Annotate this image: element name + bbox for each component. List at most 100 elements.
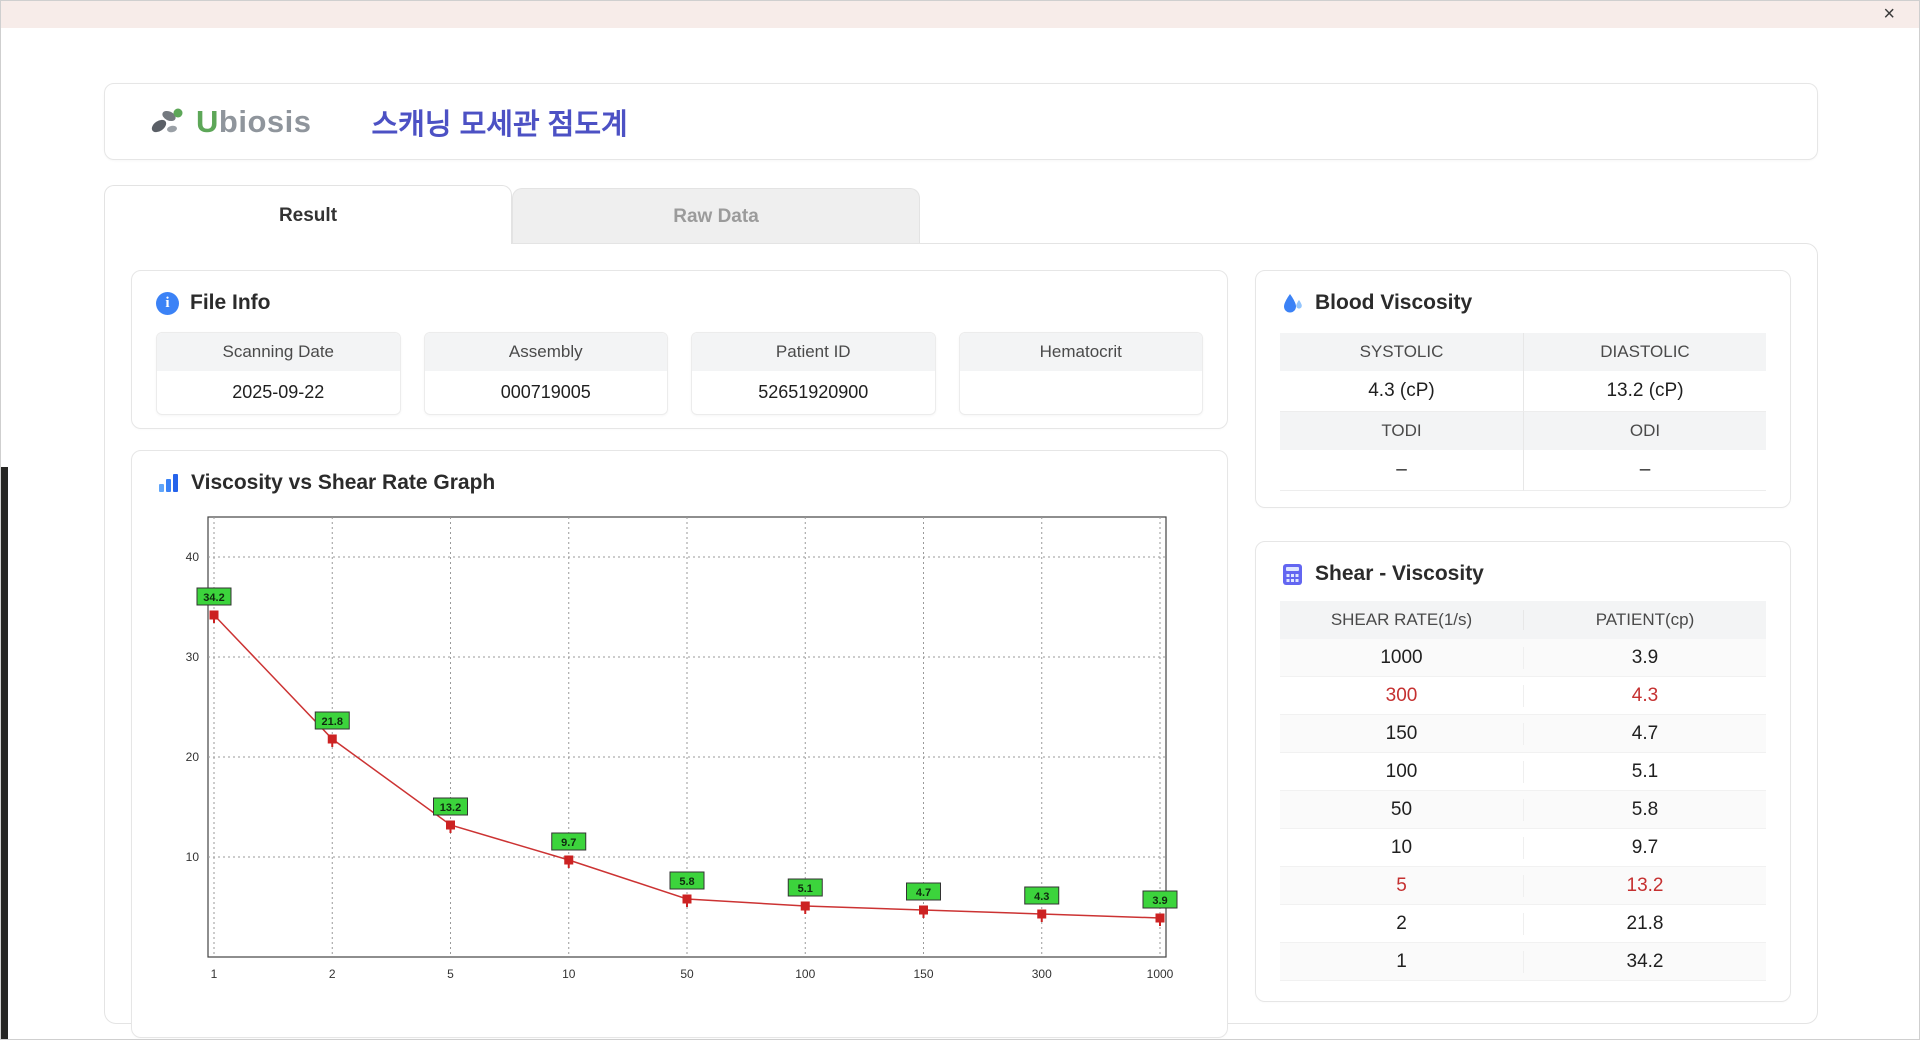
logo-letters-rest: biosis bbox=[218, 103, 312, 139]
bv-header-odi: ODI bbox=[1523, 412, 1766, 450]
shear-rate-cell: 150 bbox=[1385, 722, 1418, 744]
shear-rate-cell: 5 bbox=[1396, 874, 1407, 896]
svg-text:9.7: 9.7 bbox=[561, 837, 576, 849]
patient-cell: 13.2 bbox=[1523, 874, 1766, 897]
info-icon: i bbox=[156, 291, 179, 315]
svg-text:5: 5 bbox=[447, 967, 454, 981]
graph-title: Viscosity vs Shear Rate Graph bbox=[191, 471, 496, 494]
shear-rate-cell: 100 bbox=[1385, 760, 1418, 782]
shear-viscosity-rows: 1000 3.9 300 4.3 150 4.7 100 5.1 50 5.8 10 9.7… bbox=[1280, 639, 1766, 981]
viscosity-chart: 10 20 30 40 1 2 5 10 50 100 150 300 1000 34.2 21.8 13.2… bbox=[186, 516, 1178, 981]
app-header: Ubiosis 스캐닝 모세관 점도계 bbox=[104, 83, 1818, 160]
patient-cell: 9.7 bbox=[1523, 836, 1766, 859]
field-scanning-date: Scanning Date 2025-09-22 bbox=[156, 332, 401, 415]
svg-text:10: 10 bbox=[186, 850, 200, 864]
shear-viscosity-card: Shear - Viscosity SHEAR RATE(1/s) PATIEN… bbox=[1255, 541, 1791, 1002]
main-content: Ubiosis 스캐닝 모세관 점도계 Result Raw Data i Fi… bbox=[104, 83, 1818, 1038]
table-row: 300 4.3 bbox=[1280, 677, 1766, 715]
droplet-icon bbox=[1280, 291, 1304, 315]
logo-text: Ubiosis bbox=[196, 104, 311, 140]
app-window: × Ubiosis 스캐닝 모세관 점도계 Result Raw Data i … bbox=[0, 0, 1920, 1040]
field-hematocrit: Hematocrit bbox=[958, 332, 1203, 415]
tab-raw-data[interactable]: Raw Data bbox=[512, 188, 920, 243]
shear-rate-cell: 2 bbox=[1396, 912, 1407, 934]
bar-chart-icon bbox=[156, 471, 180, 495]
svg-text:1000: 1000 bbox=[1147, 967, 1174, 981]
bv-header-todi: TODI bbox=[1280, 412, 1523, 450]
bv-value-systolic: 4.3 (cP) bbox=[1280, 371, 1523, 412]
bv-value-odi: – bbox=[1523, 450, 1766, 491]
bv-value-diastolic: 13.2 (cP) bbox=[1523, 371, 1766, 412]
shear-rate-cell: 50 bbox=[1390, 798, 1413, 820]
tab-result[interactable]: Result bbox=[104, 185, 512, 244]
shear-viscosity-title: Shear - Viscosity bbox=[1315, 562, 1484, 585]
bv-header-systolic: SYSTOLIC bbox=[1280, 333, 1523, 371]
svg-text:3.9: 3.9 bbox=[1152, 895, 1167, 907]
patient-cell: 4.7 bbox=[1523, 722, 1766, 745]
svg-text:50: 50 bbox=[680, 967, 694, 981]
svg-text:40: 40 bbox=[186, 550, 200, 564]
table-row: 100 5.1 bbox=[1280, 753, 1766, 791]
table-row: 5 13.2 bbox=[1280, 867, 1766, 905]
field-label: Hematocrit bbox=[959, 333, 1202, 371]
patient-cell: 21.8 bbox=[1523, 912, 1766, 935]
svg-text:150: 150 bbox=[913, 967, 933, 981]
shear-viscosity-title-row: Shear - Viscosity bbox=[1280, 562, 1766, 586]
field-label: Patient ID bbox=[692, 333, 935, 371]
calculator-icon bbox=[1280, 562, 1304, 586]
field-value bbox=[960, 371, 1203, 413]
file-info-fields: Scanning Date 2025-09-22 Assembly 000719… bbox=[156, 332, 1203, 415]
background-window-edge bbox=[1, 467, 8, 1039]
svg-text:5.8: 5.8 bbox=[679, 876, 694, 888]
field-value: 000719005 bbox=[500, 382, 591, 402]
patient-cell: 5.1 bbox=[1523, 760, 1766, 783]
file-info-title-row: i File Info bbox=[156, 291, 1203, 315]
svg-text:10: 10 bbox=[562, 967, 576, 981]
close-button[interactable]: × bbox=[1883, 3, 1895, 25]
svg-text:30: 30 bbox=[186, 650, 200, 664]
leaf-logo-icon bbox=[147, 104, 187, 140]
blood-viscosity-table: SYSTOLIC DIASTOLIC 4.3 (cP) 13.2 (cP) TO… bbox=[1280, 333, 1766, 491]
blood-viscosity-title: Blood Viscosity bbox=[1315, 291, 1473, 314]
page-title: 스캐닝 모세관 점도계 bbox=[371, 108, 628, 141]
viscosity-graph-card: Viscosity vs Shear Rate Graph 10 20 30 40 1 2… bbox=[131, 450, 1228, 1038]
file-info-title: File Info bbox=[190, 291, 271, 314]
file-info-card: i File Info Scanning Date 2025-09-22 Ass… bbox=[131, 270, 1228, 429]
graph-title-row: Viscosity vs Shear Rate Graph bbox=[156, 471, 1203, 495]
svg-text:1: 1 bbox=[211, 967, 218, 981]
shear-viscosity-table-header: SHEAR RATE(1/s) PATIENT(cp) bbox=[1280, 601, 1766, 639]
table-row: 150 4.7 bbox=[1280, 715, 1766, 753]
shear-rate-cell: 1 bbox=[1396, 950, 1407, 972]
shear-rate-cell: 300 bbox=[1385, 684, 1418, 706]
titlebar: × bbox=[1, 1, 1919, 28]
shear-viscosity-table: SHEAR RATE(1/s) PATIENT(cp) 1000 3.9 300 4… bbox=[1280, 601, 1766, 981]
patient-cell: 34.2 bbox=[1523, 950, 1766, 973]
field-value: 52651920900 bbox=[758, 382, 869, 402]
left-column: i File Info Scanning Date 2025-09-22 Ass… bbox=[131, 270, 1228, 1038]
patient-cell: 4.3 bbox=[1523, 684, 1766, 707]
field-value: 2025-09-22 bbox=[232, 382, 325, 402]
blood-viscosity-title-row: Blood Viscosity bbox=[1280, 291, 1766, 315]
field-patient-id: Patient ID 52651920900 bbox=[691, 332, 936, 415]
svg-text:300: 300 bbox=[1032, 967, 1052, 981]
column-patient: PATIENT(cp) bbox=[1523, 610, 1766, 630]
table-row: 1 34.2 bbox=[1280, 943, 1766, 981]
svg-text:100: 100 bbox=[795, 967, 815, 981]
ubiosis-logo: Ubiosis bbox=[147, 104, 311, 140]
svg-text:21.8: 21.8 bbox=[322, 716, 343, 728]
field-label: Assembly bbox=[424, 333, 667, 371]
right-column: Blood Viscosity SYSTOLIC DIASTOLIC 4.3 (… bbox=[1255, 270, 1791, 1002]
tab-bar: Result Raw Data bbox=[104, 185, 1818, 244]
patient-cell: 5.8 bbox=[1523, 798, 1766, 821]
shear-rate-cell: 1000 bbox=[1380, 646, 1423, 668]
chart-area: 10 20 30 40 1 2 5 10 50 100 150 300 1000 34.2 21.8 13.2… bbox=[156, 507, 1203, 1017]
result-panel: i File Info Scanning Date 2025-09-22 Ass… bbox=[104, 243, 1818, 1038]
svg-text:4.7: 4.7 bbox=[916, 887, 931, 899]
logo-letter-u: U bbox=[196, 103, 219, 139]
svg-text:34.2: 34.2 bbox=[203, 592, 224, 604]
svg-text:20: 20 bbox=[186, 750, 200, 764]
field-label: Scanning Date bbox=[157, 333, 400, 371]
field-assembly: Assembly 000719005 bbox=[423, 332, 668, 415]
table-row: 50 5.8 bbox=[1280, 791, 1766, 829]
table-row: 2 21.8 bbox=[1280, 905, 1766, 943]
